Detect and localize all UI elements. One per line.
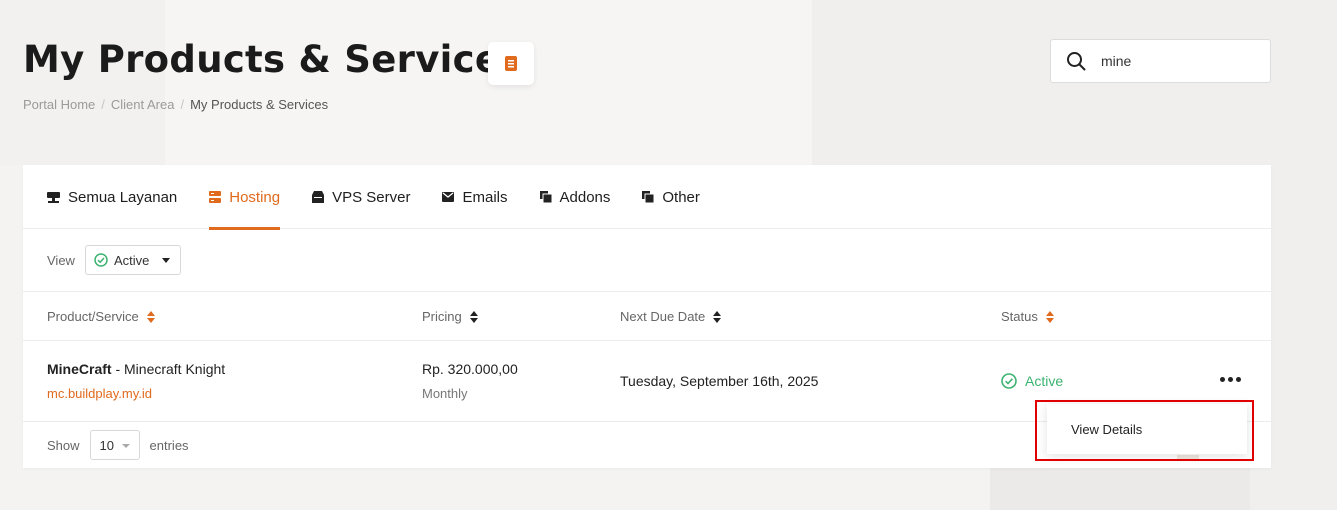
sort-icon [1045, 310, 1054, 323]
tab-hosting[interactable]: Hosting [209, 165, 281, 230]
product-title: MineCraft [47, 361, 112, 377]
server-icon [47, 191, 60, 203]
mail-icon [442, 192, 455, 202]
entries-select[interactable]: 10 [89, 430, 140, 460]
breadcrumb-client-area[interactable]: Client Area [111, 97, 175, 112]
th-product-label: Product/Service [47, 309, 139, 324]
check-circle-icon [1001, 373, 1017, 389]
view-filter: View Active [47, 245, 181, 275]
caret-down-icon [161, 258, 170, 263]
title-badge [488, 42, 534, 85]
tab-vps-server[interactable]: VPS Server [312, 165, 410, 229]
tab-label: VPS Server [332, 188, 411, 206]
th-due-label: Next Due Date [620, 309, 706, 324]
status-badge: Active [1001, 373, 1063, 389]
product-domain-link[interactable]: mc.buildplay.my.id [47, 386, 152, 401]
th-product[interactable]: Product/Service [47, 309, 155, 324]
breadcrumb-separator: / [180, 97, 185, 112]
next-due-date: Tuesday, September 16th, 2025 [620, 373, 819, 389]
breadcrumb: Portal Home / Client Area / My Products … [23, 97, 328, 112]
sort-icon [146, 310, 155, 323]
entries-select-value: 10 [99, 437, 114, 453]
th-status-label: Status [1001, 309, 1038, 324]
table-header: Product/Service Pricing Next Due Date St… [23, 291, 1271, 341]
product-name: MineCraft - Minecraft Knight [47, 361, 225, 377]
tab-label: Semua Layanan [68, 188, 178, 206]
highlight-box [1035, 400, 1254, 461]
product-subtitle: - Minecraft Knight [111, 361, 226, 377]
tab-label: Emails [462, 188, 508, 206]
show-label: Show [47, 437, 80, 453]
breadcrumb-separator: / [101, 97, 105, 112]
tab-label: Hosting [229, 188, 281, 206]
table-length: Show 10 entries [47, 430, 189, 460]
service-tabs: Semua Layanan Hosting VPS Server Emails … [23, 165, 1271, 230]
tab-semua-layanan[interactable]: Semua Layanan [47, 165, 177, 229]
document-icon [505, 56, 517, 71]
search-input[interactable] [1101, 53, 1261, 69]
other-icon [642, 191, 655, 203]
th-status[interactable]: Status [1001, 309, 1054, 324]
product-price: Rp. 320.000,00 [422, 361, 518, 377]
tab-addons[interactable]: Addons [539, 165, 611, 229]
caret-down-icon [121, 444, 130, 448]
search-box[interactable] [1050, 39, 1271, 83]
hosting-icon [209, 191, 222, 203]
tab-emails[interactable]: Emails [442, 165, 508, 229]
sort-icon [469, 310, 478, 323]
view-label: View [47, 252, 75, 268]
th-pricing-label: Pricing [422, 309, 462, 324]
tab-other[interactable]: Other [642, 165, 700, 229]
view-select[interactable]: Active [84, 245, 181, 275]
page-title: My Products & Services [23, 38, 523, 81]
check-circle-icon [94, 253, 108, 267]
search-icon [1051, 51, 1101, 71]
sort-icon [713, 310, 722, 323]
billing-cycle: Monthly [422, 386, 468, 401]
addons-icon [539, 191, 552, 203]
tab-label: Other [662, 188, 700, 206]
th-next-due-date[interactable]: Next Due Date [620, 309, 722, 324]
breadcrumb-current: My Products & Services [190, 97, 329, 112]
breadcrumb-portal-home[interactable]: Portal Home [23, 97, 95, 112]
entries-label: entries [149, 437, 189, 453]
status-text: Active [1025, 373, 1064, 389]
more-options-icon[interactable] [1216, 373, 1245, 386]
vps-icon [312, 191, 325, 203]
view-select-value: Active [113, 252, 150, 268]
th-pricing[interactable]: Pricing [422, 309, 478, 324]
tab-label: Addons [559, 188, 611, 206]
